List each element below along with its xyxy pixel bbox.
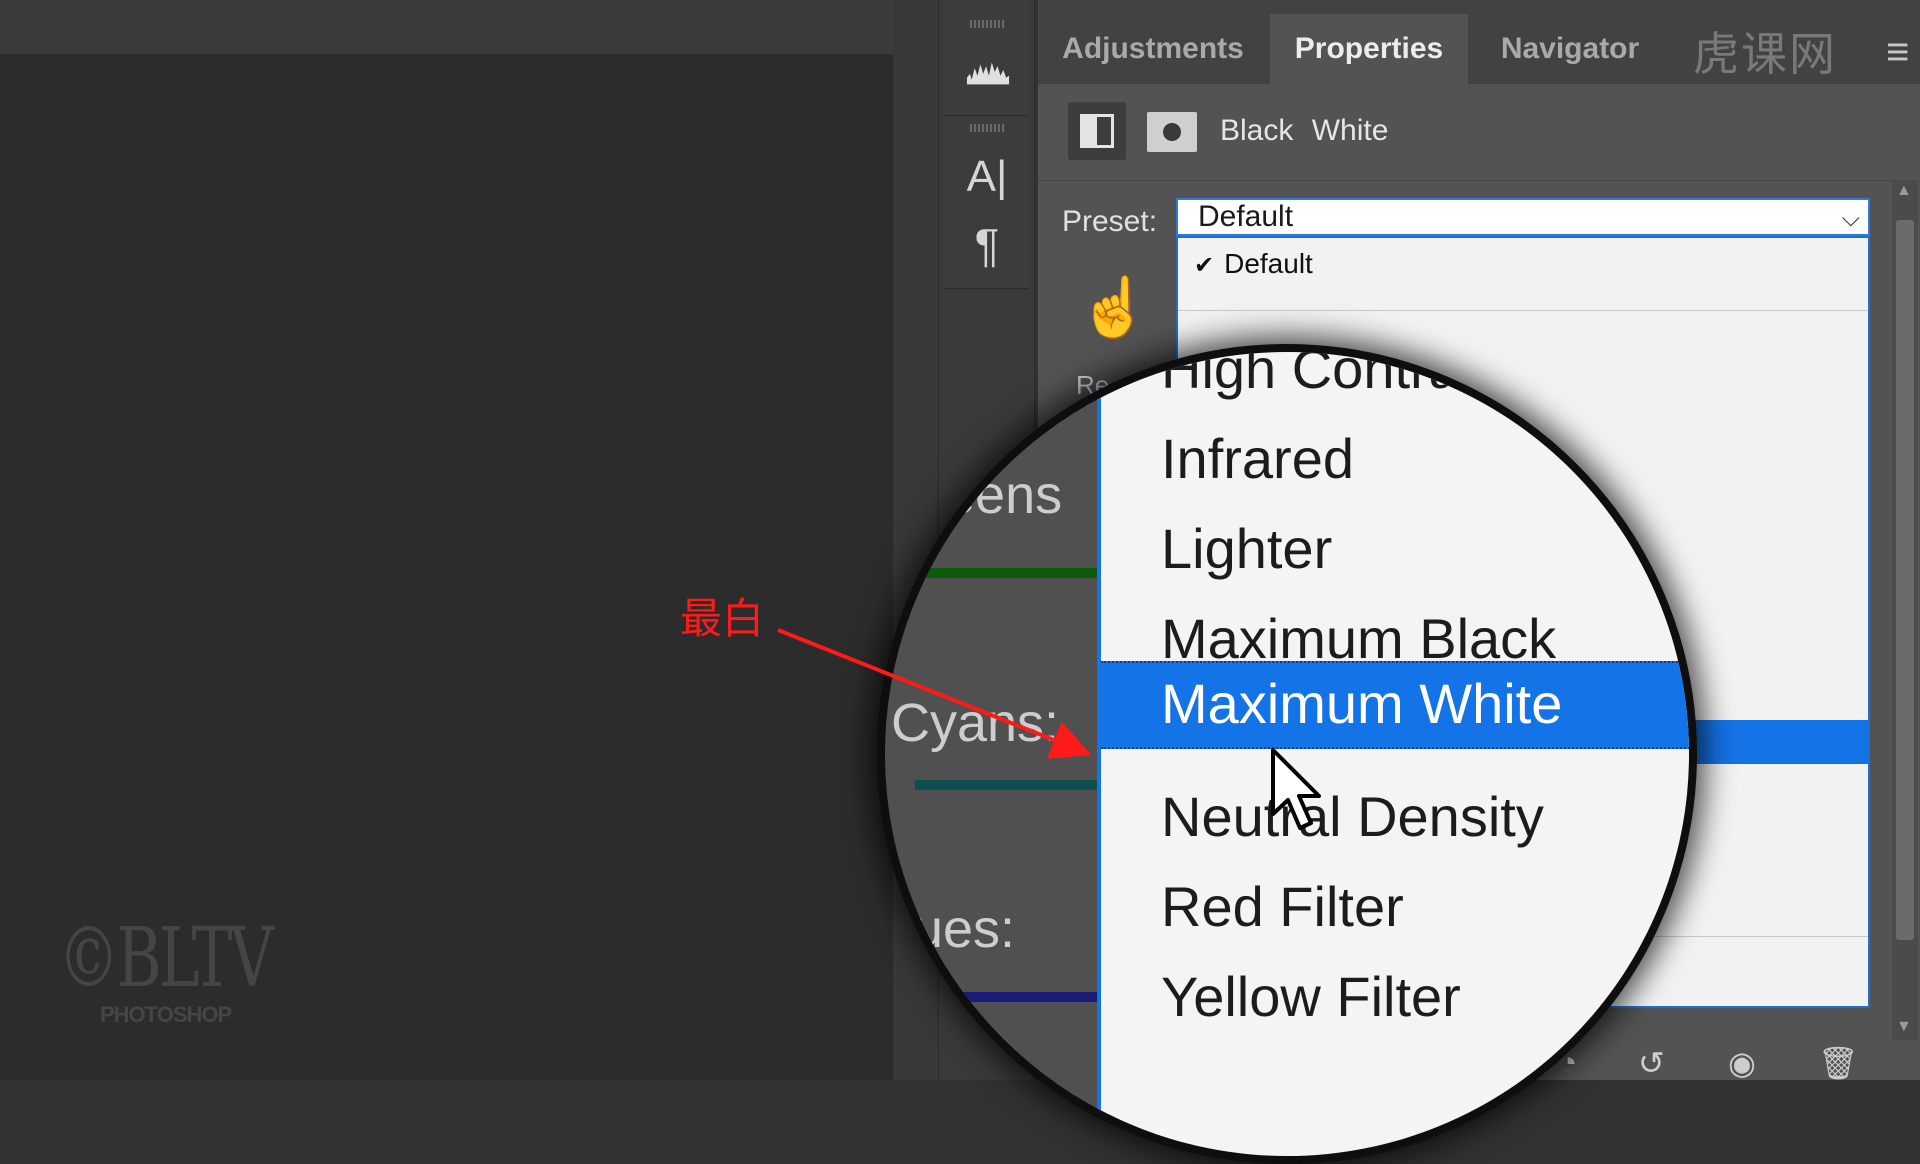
slider-track-cyans[interactable]	[915, 780, 1105, 790]
tab-properties[interactable]: Properties	[1270, 14, 1468, 84]
black-white-adjustment-icon[interactable]	[1068, 102, 1126, 160]
panel-scrollbar[interactable]: ▲ ▼	[1892, 180, 1918, 1040]
checkmark-icon: ✔	[1194, 252, 1215, 279]
tool-group-type: A| ¶	[944, 116, 1028, 289]
targeted-adjustment-hand-icon[interactable]: ☝	[1078, 274, 1150, 342]
drag-grip[interactable]	[970, 124, 1004, 132]
layer-mask-icon[interactable]	[1147, 112, 1197, 152]
trash-icon[interactable]: 🗑	[1818, 1044, 1859, 1082]
histogram-icon[interactable]	[966, 52, 1010, 88]
visibility-icon[interactable]: ◉	[1728, 1044, 1756, 1082]
scroll-down-icon[interactable]: ▼	[1896, 1018, 1912, 1036]
mouse-cursor-icon	[1271, 748, 1321, 830]
preset-label: Preset:	[1062, 205, 1158, 238]
annotation-label: 最白	[680, 595, 765, 642]
bltv-logo: ©BLTV	[58, 911, 274, 1006]
panel-tab-bar: Adjustments Properties Navigator 虎课网 ≡	[1038, 0, 1920, 84]
slider-track-greens[interactable]	[915, 568, 1105, 578]
menu-item-lighter[interactable]: Lighter	[1161, 516, 1332, 581]
annotation-arrow-icon	[777, 628, 1092, 759]
slider-label-greens: eens	[945, 465, 1063, 525]
canvas-title-bar	[0, 0, 935, 54]
slider-track-blues[interactable]	[915, 992, 1105, 1002]
magnified-dropdown-list: High Contra Infrared Lighter Maximum Bla…	[1097, 352, 1689, 1156]
bltv-subtitle: PHOTOSHOP	[100, 1002, 232, 1027]
tool-group-histogram	[944, 0, 1028, 116]
menu-item-yellow-filter[interactable]: Yellow Filter	[1161, 964, 1461, 1029]
huke-watermark: 虎课网	[1693, 28, 1837, 80]
dropdown-item-label: Default	[1224, 248, 1313, 279]
menu-item-red-filter[interactable]: Red Filter	[1161, 874, 1404, 939]
menu-item-label: Maximum White	[1161, 672, 1563, 735]
slider-label-blues: lues:	[901, 899, 1016, 959]
adjustment-header: Black White	[1038, 84, 1920, 181]
scroll-thumb[interactable]	[1896, 220, 1914, 940]
preset-select[interactable]: Default ⌵	[1176, 198, 1870, 236]
dropdown-separator	[1178, 310, 1868, 311]
adjustment-title: Black White	[1220, 114, 1389, 147]
scroll-up-icon[interactable]: ▲	[1896, 182, 1912, 200]
drag-grip[interactable]	[970, 20, 1004, 28]
paragraph-icon[interactable]: ¶	[962, 219, 1012, 271]
chevron-down-icon: ⌵	[1841, 205, 1860, 232]
panel-menu-icon[interactable]: ≡	[1886, 30, 1909, 75]
preset-value: Default	[1198, 200, 1294, 233]
character-icon[interactable]: A|	[962, 152, 1012, 202]
menu-item-high-contrast[interactable]: High Contra	[1161, 352, 1460, 401]
dropdown-item-default[interactable]: ✔ Default	[1194, 248, 1313, 280]
bltv-watermark: ©BLTV PHOTOSHOP	[58, 911, 274, 1033]
menu-item-infrared[interactable]: Infrared	[1161, 426, 1354, 491]
menu-item-maximum-white[interactable]: Maximum White	[1101, 661, 1689, 749]
menu-item-neutral-density[interactable]: Neutral Density	[1161, 784, 1544, 849]
tab-adjustments[interactable]: Adjustments	[1038, 14, 1268, 84]
tab-navigator[interactable]: Navigator	[1470, 14, 1670, 84]
